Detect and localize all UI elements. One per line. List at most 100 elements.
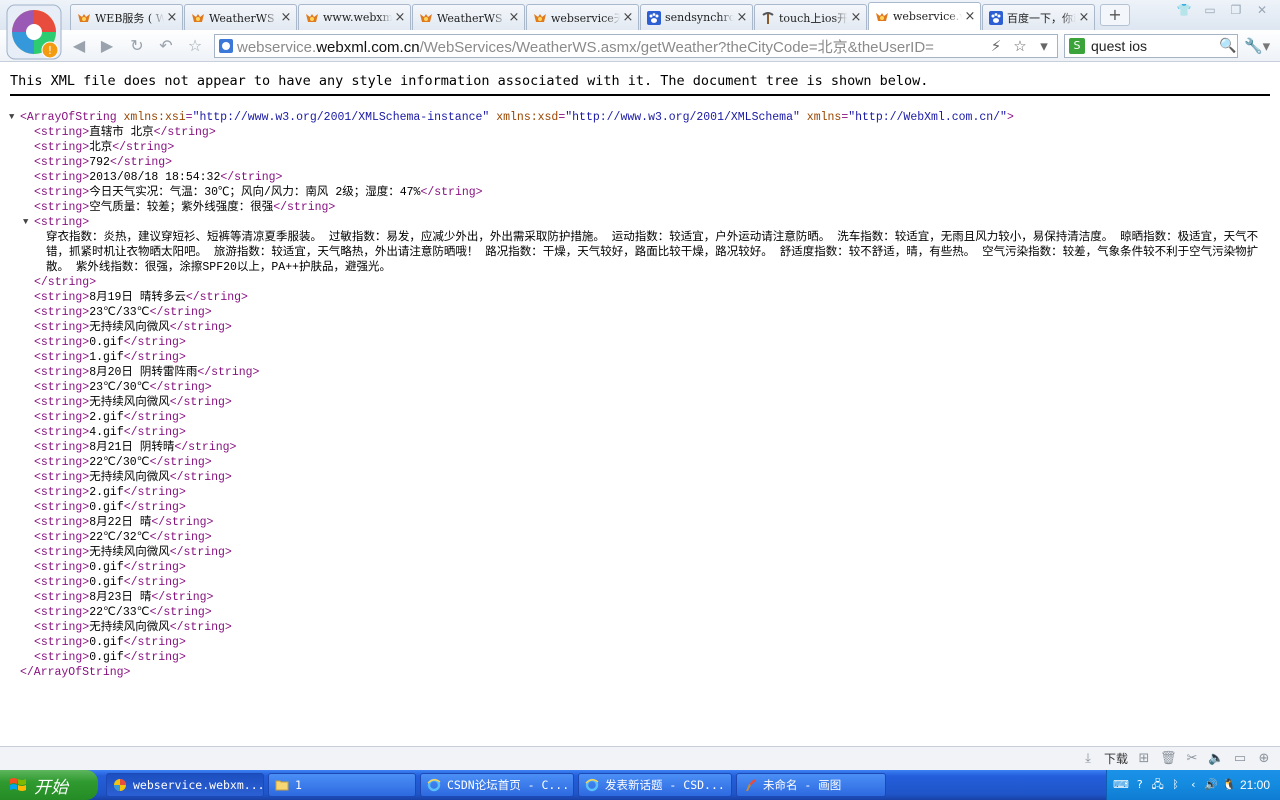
ie-icon — [427, 778, 441, 792]
close-tab-icon[interactable]: × — [850, 11, 862, 24]
baidu-paw-icon — [989, 10, 1003, 25]
tab-3[interactable]: www.webxml.com.cn× — [298, 4, 411, 30]
xml-attr-name: xmlns:xsi — [123, 111, 186, 124]
xml-string-value: 0.gif — [89, 636, 124, 649]
qq-penguin-icon[interactable]: 🐧 — [1222, 777, 1236, 793]
tab-2[interactable]: WeatherWS Web 服务× — [184, 4, 297, 30]
close-tab-icon[interactable]: × — [964, 10, 976, 23]
xml-close-tag: </string> — [153, 126, 216, 139]
screenshot-icon[interactable]: ✂ — [1184, 751, 1200, 767]
xml-open-tag: <string> — [34, 171, 90, 184]
tab-1[interactable]: WEB服务 ( WebXml.com.cn× — [70, 4, 183, 30]
trash-icon[interactable]: 🗑 — [1160, 751, 1177, 767]
search-icon[interactable]: 🔍 — [1219, 38, 1237, 54]
xml-close-tag: </string> — [169, 396, 232, 409]
search-engine-icon[interactable]: S — [1069, 38, 1085, 54]
close-window-button[interactable]: ✕ — [1252, 2, 1272, 18]
xml-string-value: 792 — [89, 156, 110, 169]
xml-string-value: 8月23日 晴 — [89, 591, 152, 604]
favorite-star-icon[interactable]: ☆ — [184, 36, 206, 56]
back-icon[interactable]: ◀ — [68, 36, 90, 56]
taskbar-item-2[interactable]: 1 — [268, 773, 416, 797]
download-icon[interactable]: ⤓ — [1080, 751, 1096, 767]
site-info-icon[interactable] — [219, 39, 233, 53]
tab-8[interactable]: webservice.webxml× — [868, 2, 981, 30]
xml-open-tag: <string> — [34, 546, 90, 559]
xml-close-tag: </string> — [169, 621, 232, 634]
volume-tray-icon[interactable]: 🔊 — [1204, 777, 1218, 793]
minimize-button[interactable]: ▭ — [1200, 2, 1220, 18]
fox-icon — [191, 11, 205, 25]
search-input[interactable]: quest ios — [1091, 38, 1219, 54]
close-tab-icon[interactable]: × — [622, 11, 634, 24]
split-view-icon[interactable]: ⊞ — [1136, 751, 1152, 767]
taskbar-items: webservice.webxm... 1 CSDN论坛首页 - C... 发表新话题… — [106, 773, 886, 797]
tools-wrench-icon[interactable]: 🔧▾ — [1244, 37, 1274, 55]
xml-open-tag: <string> — [34, 456, 90, 469]
close-tab-icon[interactable]: × — [394, 11, 406, 24]
window-icon[interactable]: ▭ — [1232, 751, 1248, 767]
skin-icon[interactable]: 👕 — [1174, 2, 1194, 18]
close-tab-icon[interactable]: × — [736, 11, 748, 24]
xml-string-value: 2.gif — [89, 486, 124, 499]
tray-expand-icon[interactable]: ‹ — [1186, 777, 1200, 793]
close-tab-icon[interactable]: × — [508, 11, 520, 24]
forward-icon[interactable]: ▶ — [96, 36, 118, 56]
xml-close-tag: </string> — [273, 201, 336, 214]
address-bar[interactable]: webservice.webxml.com.cn/WebServices/Wea… — [214, 34, 1058, 58]
bookmark-star-icon[interactable]: ☆ — [1011, 37, 1029, 55]
dropdown-chevron-icon[interactable]: ▾ — [1035, 37, 1053, 55]
restore-button[interactable]: ❐ — [1226, 2, 1246, 18]
tab-5[interactable]: webservice天气预报× — [526, 4, 639, 30]
taskbar-item-3[interactable]: CSDN论坛首页 - C... — [420, 773, 574, 797]
xml-line: <string>0.gif</string> — [0, 560, 1280, 575]
tab-9[interactable]: 百度一下，你就知道× — [982, 4, 1095, 30]
xml-indices-text: 穿衣指数：炎热，建议穿短衫、短裤等清凉夏季服装。 过敏指数：易发，应减少外出，外… — [46, 231, 1259, 274]
new-tab-button[interactable]: + — [1100, 4, 1130, 26]
close-tab-icon[interactable]: × — [1078, 11, 1090, 24]
taskbar-item-1[interactable]: webservice.webxm... — [106, 773, 264, 797]
xml-line: </ArrayOfString> — [0, 665, 1280, 680]
tab-6[interactable]: sendsynchronous× — [640, 4, 753, 30]
xml-line: <string>8月22日 晴</string> — [0, 515, 1280, 530]
keyboard-icon[interactable]: ⌨ — [1113, 777, 1129, 793]
xml-string-value: 今日天气实况：气温：30℃；风向/风力：南风 2级；湿度：47% — [89, 186, 421, 199]
xml-line: <string>今日天气实况：气温：30℃；风向/风力：南风 2级；湿度：47%… — [0, 185, 1280, 200]
status-bar-tools: ⤓ 下载 ⊞ 🗑 ✂ 🔈 ▭ ⊕ — [1080, 750, 1272, 767]
xml-open-tag: <string> — [34, 381, 90, 394]
volume-icon[interactable]: 🔈 — [1208, 751, 1224, 767]
bluetooth-icon[interactable]: ᛒ — [1169, 777, 1183, 793]
collapse-triangle-icon[interactable]: ▼ — [23, 215, 33, 230]
xml-open-tag: <string> — [34, 501, 90, 514]
undo-close-icon[interactable]: ↶ — [155, 36, 177, 56]
tab-4[interactable]: WeatherWS Web 服务× — [412, 4, 525, 30]
xml-line: <string>2.gif</string> — [0, 485, 1280, 500]
xml-style-notice: This XML file does not appear to have an… — [10, 73, 1270, 96]
tab-7[interactable]: touch上ios开发× — [754, 4, 867, 30]
windows-taskbar: 开始 webservice.webxm... 1 CSDN论坛首页 - C... 发表… — [0, 770, 1280, 800]
xml-close-tag: </string> — [123, 351, 186, 364]
address-url[interactable]: webservice.webxml.com.cn/WebServices/Wea… — [237, 36, 934, 57]
xml-line: <string>0.gif</string> — [0, 500, 1280, 515]
taskbar-item-5[interactable]: 未命名 - 画图 — [736, 773, 886, 797]
close-tab-icon[interactable]: × — [166, 11, 178, 24]
download-label[interactable]: 下载 — [1104, 750, 1128, 767]
lightning-icon[interactable]: ⚡ — [987, 37, 1005, 55]
search-box[interactable]: S quest ios 🔍 — [1064, 34, 1238, 58]
taskbar-item-4[interactable]: 发表新话题 - CSD... — [578, 773, 732, 797]
xml-string-value: 无持续风向微风 — [89, 396, 170, 409]
xml-open-tag: <string> — [34, 651, 90, 664]
clock[interactable]: 21:00 — [1240, 778, 1270, 792]
start-button[interactable]: 开始 — [0, 770, 98, 800]
xml-line: <string>22℃/33℃</string> — [0, 605, 1280, 620]
xml-open-tag: <string> — [34, 201, 90, 214]
network-icon[interactable]: 🖧 — [1151, 777, 1165, 793]
zoom-icon[interactable]: ⊕ — [1256, 751, 1272, 767]
collapse-triangle-icon[interactable]: ▼ — [9, 110, 19, 125]
close-tab-icon[interactable]: × — [280, 11, 292, 24]
xml-string-value: 4.gif — [89, 426, 124, 439]
refresh-icon[interactable]: ↻ — [126, 36, 148, 56]
xml-line: <string>无持续风向微风</string> — [0, 545, 1280, 560]
help-icon[interactable]: ? — [1133, 777, 1147, 793]
browser-logo-icon[interactable]: ! — [6, 4, 62, 60]
